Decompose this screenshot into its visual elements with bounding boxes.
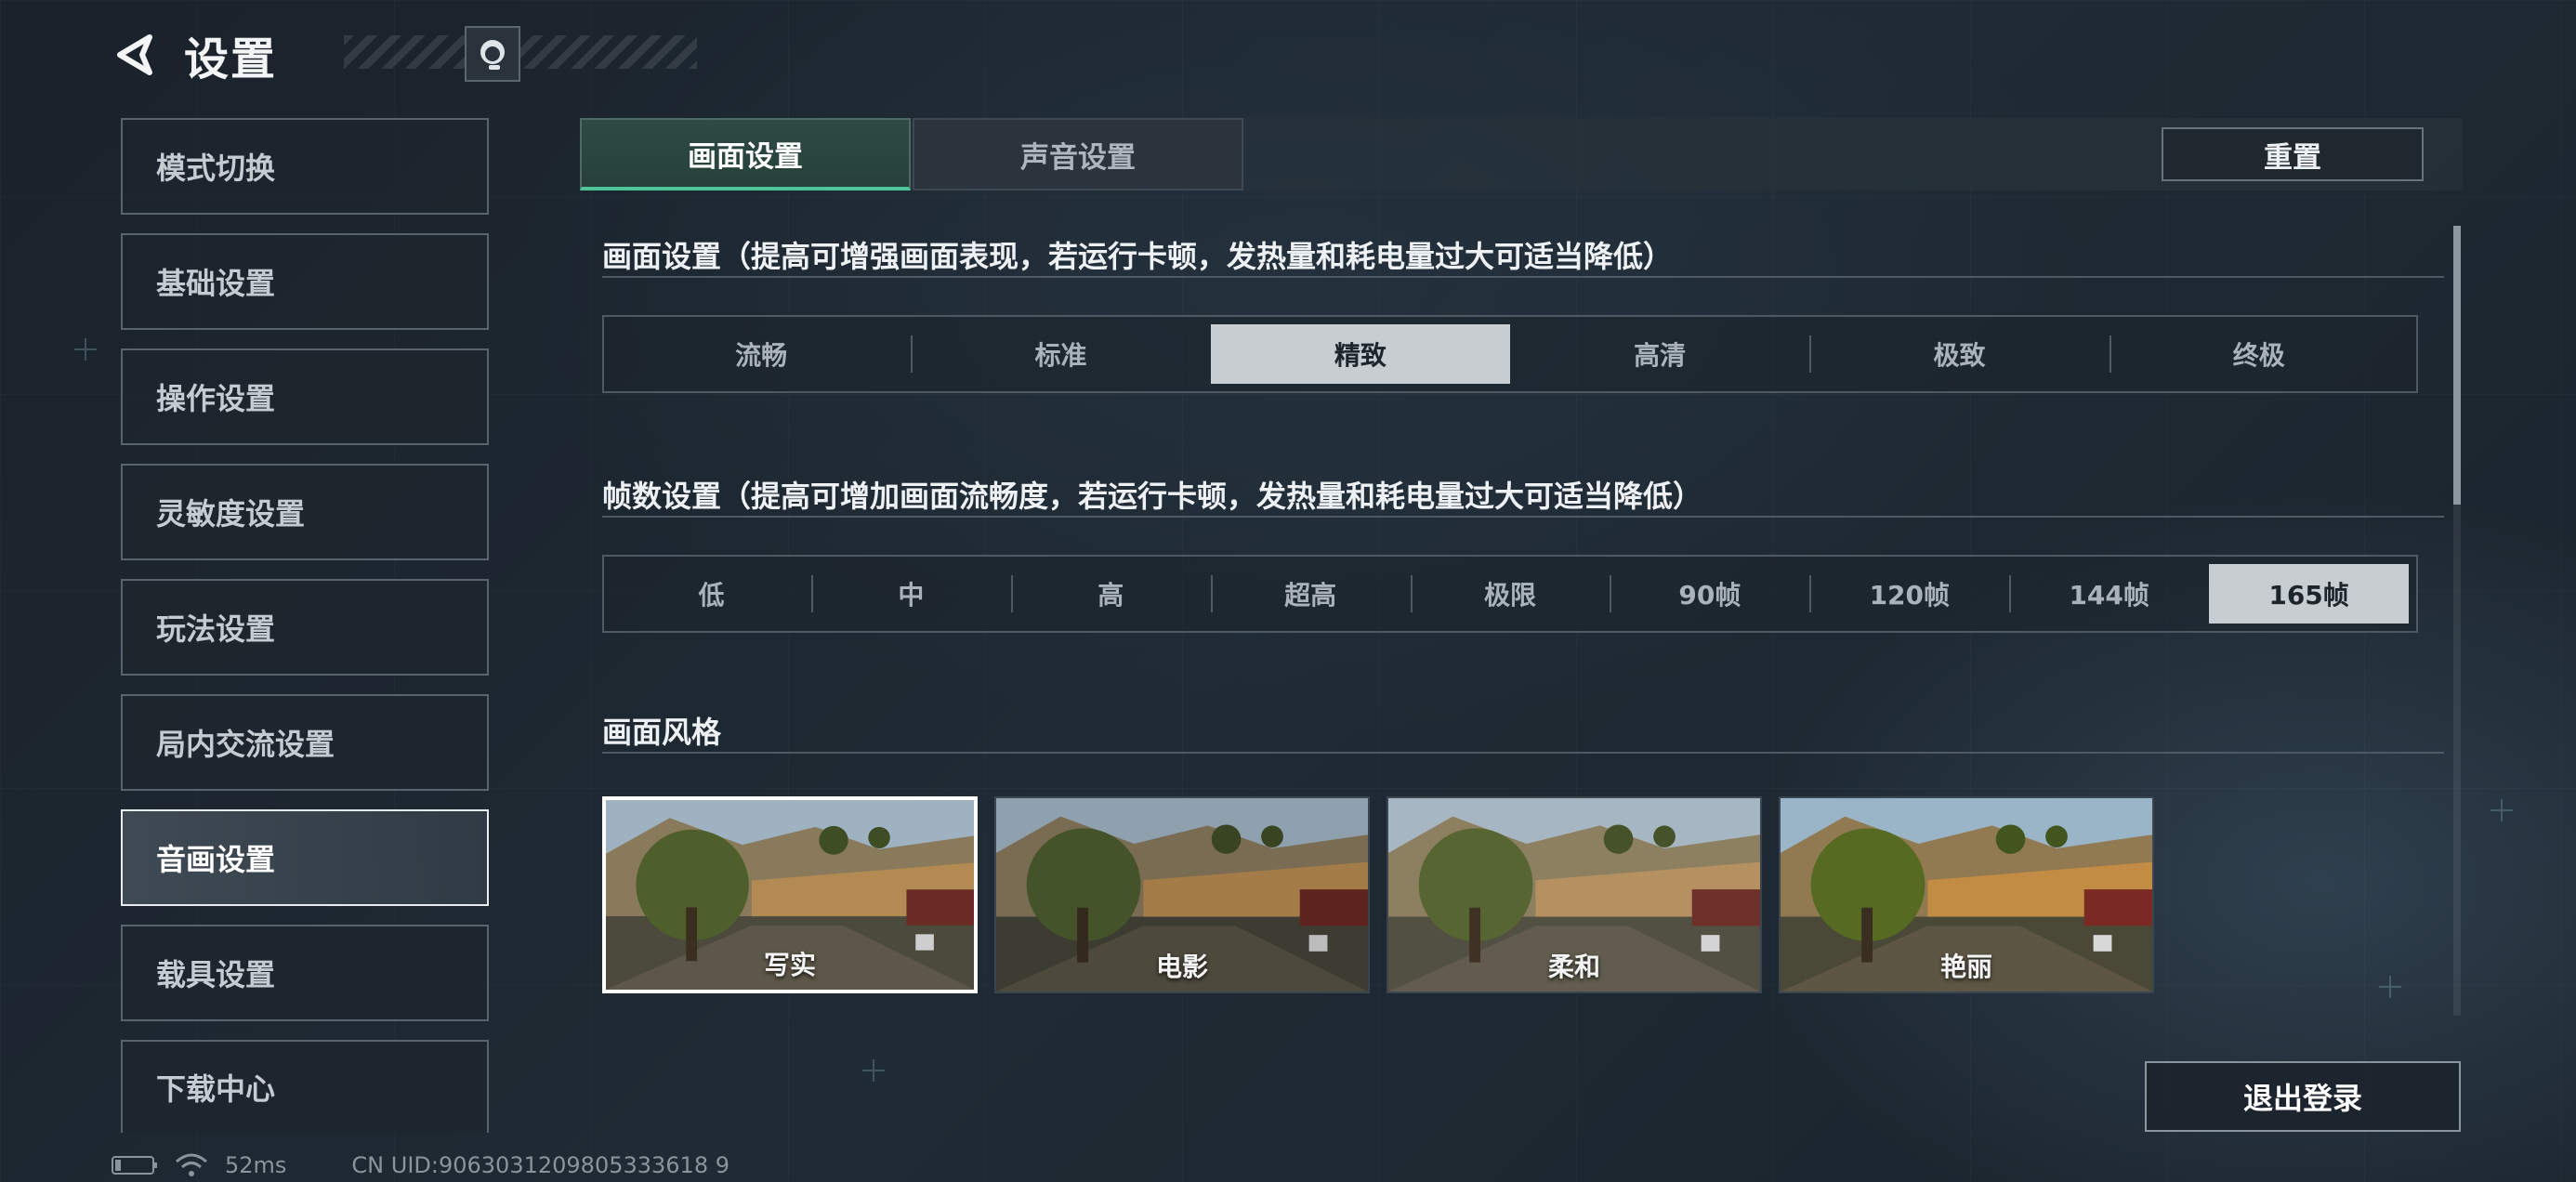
tab-picture-settings[interactable]: 画面设置	[580, 118, 911, 190]
sidebar-item-label: 基础设置	[156, 266, 276, 301]
sidebar-item-label: 局内交流设置	[156, 727, 335, 762]
sidebar-item-in-match-chat[interactable]: 局内交流设置	[121, 694, 489, 791]
frame-rate-title: 帧数设置（提高可增加画面流畅度，若运行卡顿，发热量和耗电量过大可适当降低）	[602, 479, 1703, 514]
tab-sound-settings[interactable]: 声音设置	[913, 118, 1243, 190]
decor-cross	[74, 338, 97, 361]
style-option-label: 柔和	[1547, 952, 1600, 982]
style-option-vivid[interactable]: 艳丽	[1779, 796, 2154, 993]
graphics-quality-title: 画面设置（提高可增强画面表现，若运行卡顿，发热量和耗电量过大可适当降低）	[602, 239, 1674, 274]
style-option-label: 写实	[763, 950, 816, 980]
battery-icon	[112, 1156, 157, 1175]
wifi-icon	[176, 1153, 207, 1176]
quality-option[interactable]: 高清	[1510, 324, 1809, 384]
style-option-soft[interactable]: 柔和	[1387, 796, 1762, 993]
sidebar-item-download-center[interactable]: 下载中心	[121, 1040, 489, 1133]
frame-rate-option[interactable]: 超高	[1210, 564, 1411, 624]
customer-support-button[interactable]	[465, 26, 520, 82]
sidebar-item-gameplay[interactable]: 玩法设置	[121, 579, 489, 676]
tab-bar: 画面设置 声音设置 重置	[580, 118, 2463, 190]
ping-readout: 52ms	[225, 1152, 287, 1178]
back-button[interactable]	[112, 31, 160, 79]
sidebar-item-basic[interactable]: 基础设置	[121, 233, 489, 330]
frame-rate-option[interactable]: 低	[611, 564, 811, 624]
sidebar-item-mode-switch[interactable]: 模式切换	[121, 118, 489, 215]
style-option-cinematic[interactable]: 电影	[994, 796, 1370, 993]
settings-screen: 设置 模式切换 基础设置 操作设置 灵敏度设置 玩法设置 局内交流设置 音画设置…	[0, 0, 2576, 1182]
frame-rate-option[interactable]: 90帧	[1610, 564, 1809, 624]
user-uid: CN UID:9063031209805333618 9	[351, 1152, 729, 1178]
quality-option-selected[interactable]: 精致	[1210, 324, 1510, 384]
header-bar: 设置	[112, 22, 697, 87]
divider	[602, 752, 2444, 754]
settings-sidebar: 模式切换 基础设置 操作设置 灵敏度设置 玩法设置 局内交流设置 音画设置 载具…	[121, 118, 489, 1151]
quality-option[interactable]: 极致	[1809, 324, 2109, 384]
style-option-label: 电影	[1155, 952, 1208, 982]
divider	[602, 516, 2444, 518]
settings-panel: 画面设置 声音设置 重置 画面设置（提高可增强画面表现，若运行卡顿，发热量和耗电…	[580, 118, 2463, 1047]
sidebar-item-vehicle[interactable]: 载具设置	[121, 925, 489, 1021]
picture-style-title: 画面风格	[602, 715, 722, 750]
reset-button[interactable]: 重置	[2162, 127, 2424, 181]
style-option-realistic[interactable]: 写实	[602, 796, 978, 993]
panel-scrollbar[interactable]	[2453, 226, 2461, 1016]
frame-rate-option[interactable]: 120帧	[1809, 564, 2009, 624]
logout-button[interactable]: 退出登录	[2145, 1061, 2461, 1132]
sidebar-item-label: 模式切换	[156, 151, 276, 186]
customer-support-icon	[480, 40, 505, 70]
style-option-label: 艳丽	[1939, 952, 1992, 982]
sidebar-item-controls[interactable]: 操作设置	[121, 348, 489, 445]
scrollbar-thumb[interactable]	[2453, 226, 2461, 505]
quality-option[interactable]: 标准	[911, 324, 1210, 384]
quality-option[interactable]: 终极	[2109, 324, 2409, 384]
sidebar-item-sensitivity[interactable]: 灵敏度设置	[121, 464, 489, 560]
sidebar-item-label: 玩法设置	[156, 611, 276, 647]
quality-option[interactable]: 流畅	[611, 324, 911, 384]
sidebar-item-audio-video[interactable]: 音画设置	[121, 809, 489, 906]
sidebar-item-label: 载具设置	[156, 957, 276, 992]
back-arrow-icon	[117, 34, 152, 75]
frame-rate-selector: 低 中 高 超高 极限 90帧 120帧 144帧 165帧	[602, 555, 2418, 633]
status-bar: 52ms CN UID:9063031209805333618 9	[112, 1152, 729, 1178]
decor-cross	[2491, 799, 2513, 821]
picture-style-options: 写实 电影 柔和 艳丽	[602, 796, 2154, 993]
frame-rate-option[interactable]: 144帧	[2009, 564, 2209, 624]
graphics-quality-selector: 流畅 标准 精致 高清 极致 终极	[602, 315, 2418, 393]
sidebar-item-label: 音画设置	[156, 842, 276, 877]
sidebar-item-label: 操作设置	[156, 381, 276, 416]
frame-rate-option-selected[interactable]: 165帧	[2209, 564, 2410, 624]
sidebar-item-label: 下载中心	[156, 1071, 276, 1107]
frame-rate-option[interactable]: 中	[810, 564, 1011, 624]
divider	[602, 276, 2444, 278]
page-title: 设置	[184, 33, 278, 85]
sidebar-item-label: 灵敏度设置	[156, 496, 306, 532]
frame-rate-option[interactable]: 极限	[1410, 564, 1610, 624]
header-hatch-decor	[344, 35, 697, 69]
decor-cross	[862, 1059, 885, 1082]
frame-rate-option[interactable]: 高	[1010, 564, 1211, 624]
